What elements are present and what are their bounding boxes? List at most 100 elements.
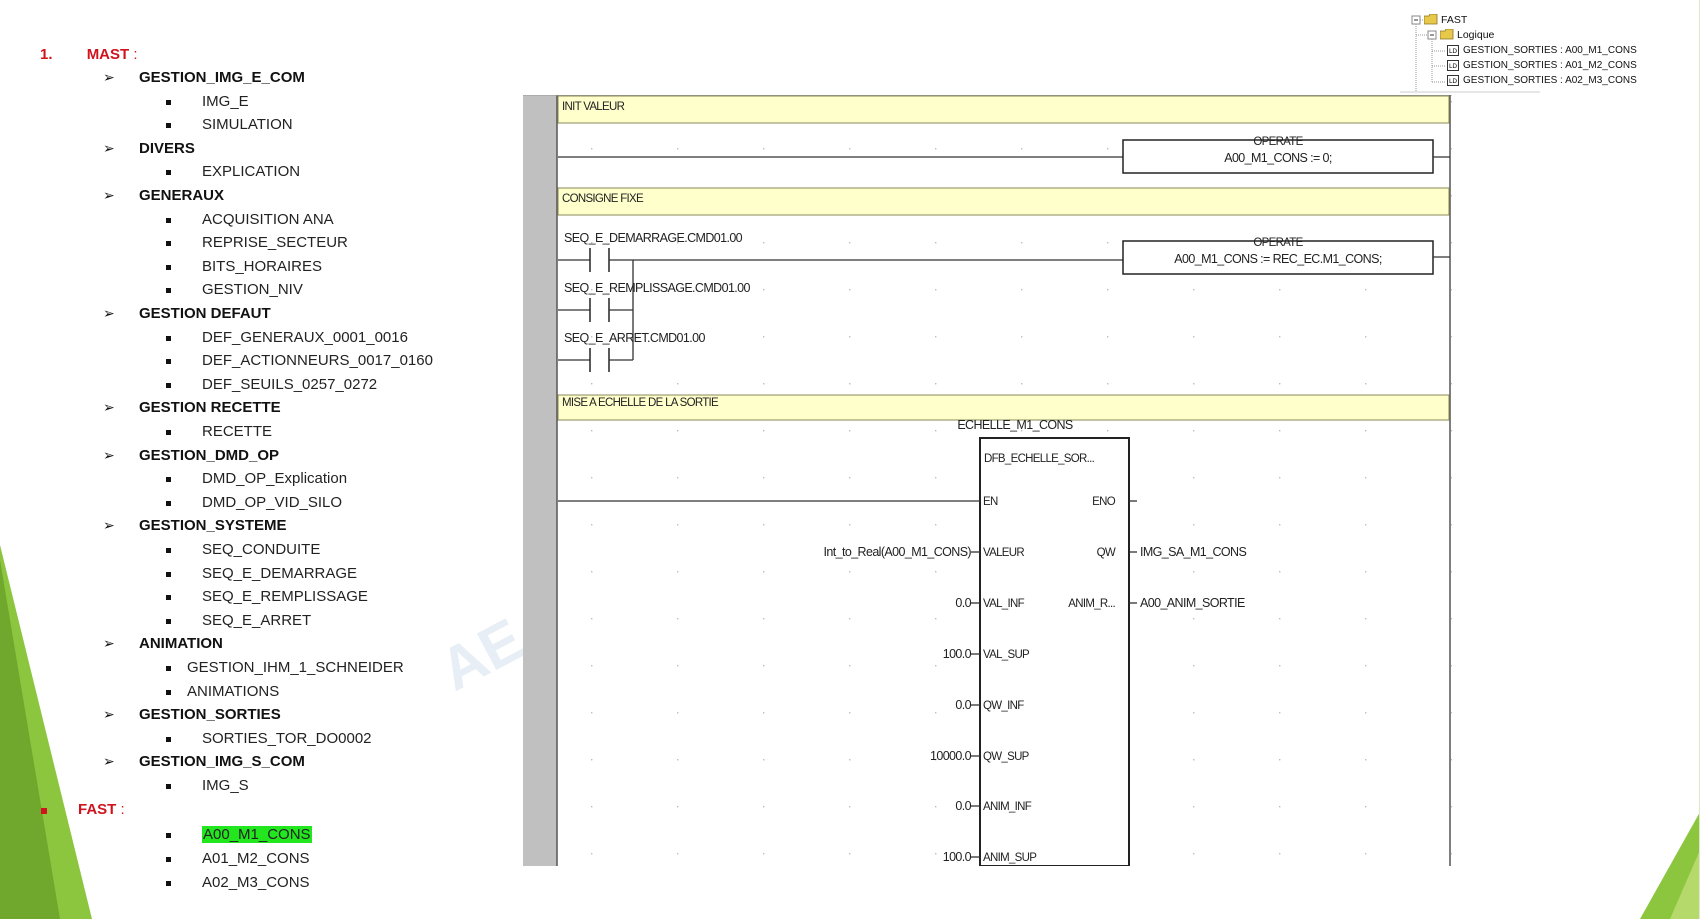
square-bullet-icon bbox=[166, 833, 171, 838]
outline-group-title[interactable]: GESTION_IMG_S_COM bbox=[139, 753, 305, 771]
outline-item[interactable]: ACQUISITION ANA bbox=[202, 211, 334, 229]
fast-title: FAST bbox=[78, 801, 117, 818]
fb-input-value: 0.0 bbox=[955, 596, 971, 610]
outline-item[interactable]: SEQ_CONDUITE bbox=[202, 541, 320, 559]
square-bullet-icon bbox=[166, 784, 171, 789]
square-bullet-icon bbox=[166, 856, 171, 862]
outline-item[interactable]: BITS_HORAIRES bbox=[202, 258, 322, 276]
mast-title: MAST bbox=[86, 46, 130, 63]
outline-item[interactable]: DMD_OP_VID_SILO bbox=[202, 494, 342, 512]
arrow-bullet-icon: ➢ bbox=[103, 305, 115, 321]
square-bullet-icon bbox=[166, 500, 171, 506]
outline-group-title[interactable]: GESTION_SORTIES bbox=[139, 706, 281, 724]
outline-item[interactable]: SEQ_E_ARRET bbox=[202, 612, 311, 630]
folder-icon bbox=[1439, 28, 1454, 43]
operate-block-2[interactable]: OPERATE A00_M1_CONS := REC_EC.M1_CONS; bbox=[1122, 237, 1434, 275]
square-bullet-icon bbox=[166, 689, 171, 695]
square-bullet-icon bbox=[166, 241, 171, 247]
contact-remplissage-label: SEQ_E_REMPLISSAGE.CMD01.00 bbox=[564, 281, 751, 295]
square-bullet-icon bbox=[166, 618, 171, 624]
program-outline: 1. MAST : ➢ GESTION_IMG_E_COM IMG_E SIMULAT… bbox=[0, 0, 520, 919]
tree-folder[interactable]: Logique bbox=[1457, 29, 1494, 41]
fb-input-pin: VALEUR bbox=[983, 547, 1024, 559]
tree-item[interactable]: GESTION_SORTIES : A01_M2_CONS bbox=[1463, 60, 1637, 72]
square-bullet-icon bbox=[166, 736, 171, 742]
outline-item[interactable]: DEF_GENERAUX_0001_0016 bbox=[202, 329, 408, 347]
comment-bar-consigne[interactable] bbox=[557, 187, 1450, 216]
arrow-bullet-icon: ➢ bbox=[103, 399, 115, 416]
outline-item[interactable]: IMG_E bbox=[202, 93, 249, 111]
outline-group-title[interactable]: GESTION RECETTE bbox=[139, 399, 281, 417]
outline-group-title[interactable]: DIVERS bbox=[139, 140, 195, 158]
operate-label-2: OPERATE bbox=[1253, 237, 1303, 249]
fb-input-pin: VAL_SUP bbox=[983, 649, 1030, 661]
tree-root[interactable]: FAST bbox=[1441, 14, 1467, 26]
outline-item[interactable]: DMD_OP_Explication bbox=[202, 470, 347, 488]
square-bullet-icon bbox=[166, 477, 171, 483]
outline-group-title[interactable]: GESTION_DMD_OP bbox=[139, 447, 279, 465]
fb-input-value: 0.0 bbox=[955, 799, 971, 813]
comment-bar-init[interactable] bbox=[557, 95, 1450, 124]
outline-item[interactable]: SEQ_E_REMPLISSAGE bbox=[202, 588, 368, 606]
square-bullet-icon bbox=[166, 217, 171, 223]
fb-type-name: DFB_ECHELLE_SOR... bbox=[984, 453, 1095, 465]
fast-item[interactable]: A01_M2_CONS bbox=[202, 850, 310, 868]
square-bullet-icon bbox=[166, 382, 171, 388]
fast-item-label: A02_M3_CONS bbox=[202, 873, 310, 891]
outline-item[interactable]: GESTION_IHM_1_SCHNEIDER bbox=[187, 659, 404, 677]
outline-item[interactable]: RECETTE bbox=[202, 423, 272, 441]
mast-colon: : bbox=[129, 46, 138, 63]
outline-group-title[interactable]: GESTION_IMG_E_COM bbox=[139, 69, 305, 87]
outline-item[interactable]: DEF_ACTIONNEURS_0017_0160 bbox=[202, 352, 433, 370]
contact-arret-label: SEQ_E_ARRET.CMD01.00 bbox=[564, 331, 705, 345]
fast-item[interactable]: A00_M1_CONS bbox=[202, 826, 312, 844]
fb-input-pin: ANIM_INF bbox=[983, 801, 1032, 813]
square-bullet-icon bbox=[166, 571, 171, 577]
outline-item[interactable]: GESTION_NIV bbox=[202, 281, 303, 299]
svg-text:LD: LD bbox=[1449, 63, 1457, 70]
fb-input-pin: ANIM_SUP bbox=[983, 852, 1037, 864]
outline-item[interactable]: DEF_SEUILS_0257_0272 bbox=[202, 376, 377, 394]
square-bullet-icon bbox=[166, 359, 171, 365]
square-bullet-icon bbox=[166, 288, 171, 294]
fb-output-pin: ANIM_R... bbox=[1068, 598, 1115, 610]
ladder-diagram: INIT VALEUR CONSIGNE FIXE MISE A ECHELLE… bbox=[523, 95, 1452, 866]
comment-mise-text: MISE A ECHELLE DE LA SORTIE bbox=[562, 397, 719, 409]
outline-item[interactable]: SEQ_E_DEMARRAGE bbox=[202, 565, 357, 583]
outline-group-title[interactable]: GESTION_SYSTEME bbox=[139, 517, 287, 535]
square-bullet-icon bbox=[166, 335, 171, 341]
outline-item[interactable]: EXPLICATION bbox=[202, 163, 300, 181]
arrow-bullet-icon: ➢ bbox=[103, 706, 115, 723]
tree-item[interactable]: GESTION_SORTIES : A02_M3_CONS bbox=[1463, 75, 1637, 87]
arrow-bullet-icon: ➢ bbox=[103, 187, 115, 203]
fb-output-pin: QW bbox=[1097, 547, 1116, 559]
fb-input-value: 0.0 bbox=[955, 698, 971, 712]
square-bullet-icon bbox=[166, 430, 171, 435]
ld-section-icon: LD bbox=[1447, 45, 1459, 59]
outline-item[interactable]: REPRISE_SECTEUR bbox=[202, 234, 348, 252]
comment-consigne-text: CONSIGNE FIXE bbox=[562, 193, 644, 205]
operate-label-1: OPERATE bbox=[1253, 136, 1303, 148]
fast-heading: FAST : bbox=[78, 801, 125, 819]
arrow-bullet-icon: ➢ bbox=[103, 517, 115, 534]
fb-input-pin: EN bbox=[983, 496, 998, 508]
square-bullet-icon bbox=[166, 595, 171, 601]
fb-input-value: Int_to_Real(A00_M1_CONS) bbox=[824, 545, 972, 559]
outline-group-title[interactable]: GENERAUX bbox=[139, 187, 224, 205]
arrow-bullet-icon: ➢ bbox=[103, 446, 115, 463]
outline-item[interactable]: SORTIES_TOR_DO0002 bbox=[202, 730, 372, 748]
outline-item[interactable]: IMG_S bbox=[202, 777, 249, 795]
tree-item[interactable]: GESTION_SORTIES : A00_M1_CONS bbox=[1463, 45, 1637, 57]
fast-item[interactable]: A02_M3_CONS bbox=[202, 874, 310, 892]
ld-section-icon: LD bbox=[1447, 75, 1459, 89]
outline-group-title[interactable]: GESTION DEFAUT bbox=[139, 305, 271, 323]
arrow-bullet-icon: ➢ bbox=[103, 69, 115, 85]
outline-item[interactable]: SIMULATION bbox=[202, 116, 293, 134]
arrow-bullet-icon: ➢ bbox=[103, 753, 115, 770]
operate-block-1[interactable]: OPERATE A00_M1_CONS := 0; bbox=[1122, 136, 1434, 174]
outline-group-title[interactable]: ANIMATION bbox=[139, 635, 223, 653]
fb-input-value: 100.0 bbox=[943, 850, 972, 864]
fb-input-pin: VAL_INF bbox=[983, 598, 1025, 610]
highlighted-item: A00_M1_CONS bbox=[202, 826, 312, 843]
outline-item[interactable]: ANIMATIONS bbox=[187, 683, 279, 701]
